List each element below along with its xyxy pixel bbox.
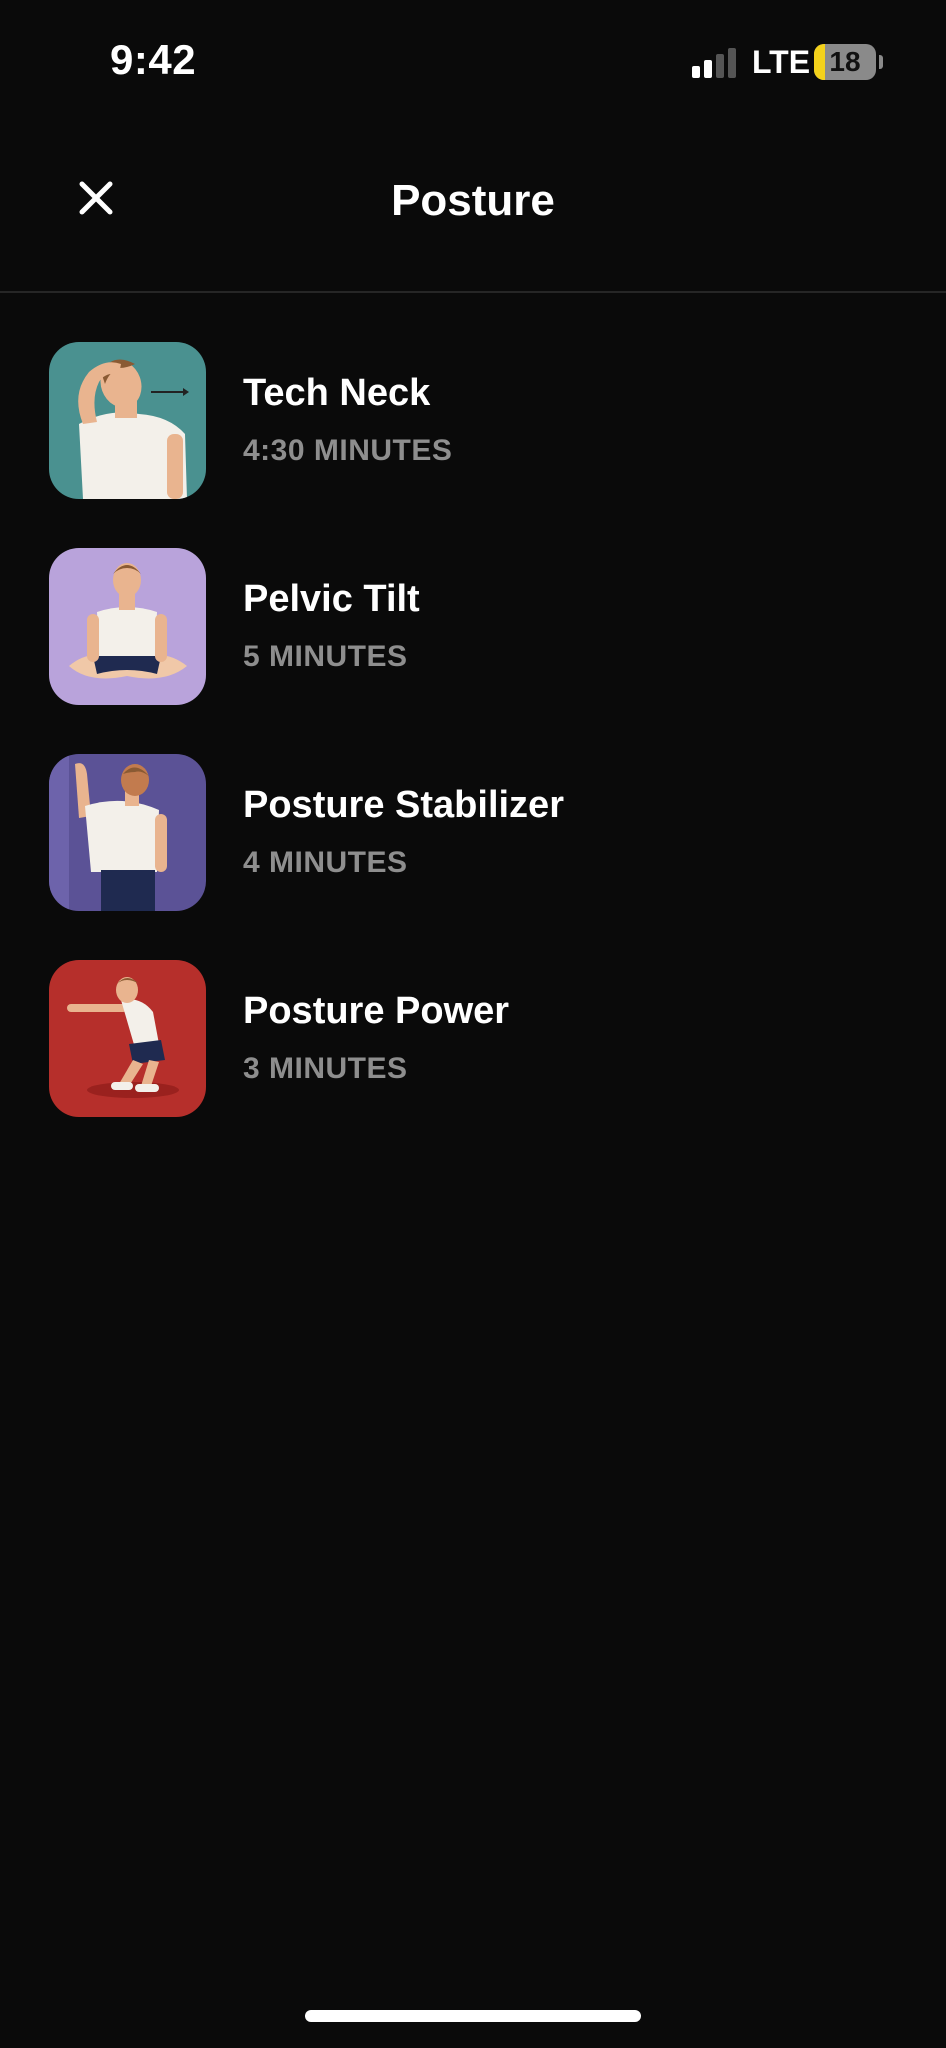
workout-duration: 4 MINUTES: [243, 846, 408, 879]
wall-stretch-illustration: [49, 754, 206, 911]
neck-stretch-illustration: [49, 342, 206, 499]
seated-stretch-illustration: [49, 548, 206, 705]
workout-title: Tech Neck: [243, 372, 431, 414]
status-bar: 9:42 LTE 18: [0, 0, 946, 120]
workout-title: Pelvic Tilt: [243, 578, 420, 620]
list-item-posture-stabilizer[interactable]: Posture Stabilizer 4 MINUTES: [0, 754, 946, 912]
workout-duration: 4:30 MINUTES: [243, 434, 453, 467]
workout-title: Posture Stabilizer: [243, 784, 564, 826]
squat-illustration: [49, 960, 206, 1117]
list-item-pelvic-tilt[interactable]: Pelvic Tilt 5 MINUTES: [0, 548, 946, 706]
page-title: Posture: [391, 176, 555, 225]
network-type: LTE: [752, 44, 811, 80]
list-item-posture-power[interactable]: Posture Power 3 MINUTES: [0, 960, 946, 1118]
workout-duration: 3 MINUTES: [243, 1052, 408, 1085]
workout-thumbnail: [49, 342, 206, 499]
workout-thumbnail: [49, 548, 206, 705]
battery-nub: [879, 55, 883, 69]
workout-title: Posture Power: [243, 990, 510, 1032]
list-item-tech-neck[interactable]: Tech Neck 4:30 MINUTES: [0, 342, 946, 500]
battery-level: 18: [829, 46, 861, 77]
battery-icon: 18: [814, 44, 876, 80]
workout-thumbnail: [49, 960, 206, 1117]
workout-duration: 5 MINUTES: [243, 640, 408, 673]
status-time: 9:42: [110, 36, 197, 83]
home-indicator[interactable]: [305, 2010, 641, 2022]
signal-strength-icon: [692, 46, 740, 78]
header-divider: [0, 291, 946, 293]
nav-header: Posture: [0, 140, 946, 290]
workout-thumbnail: [49, 754, 206, 911]
